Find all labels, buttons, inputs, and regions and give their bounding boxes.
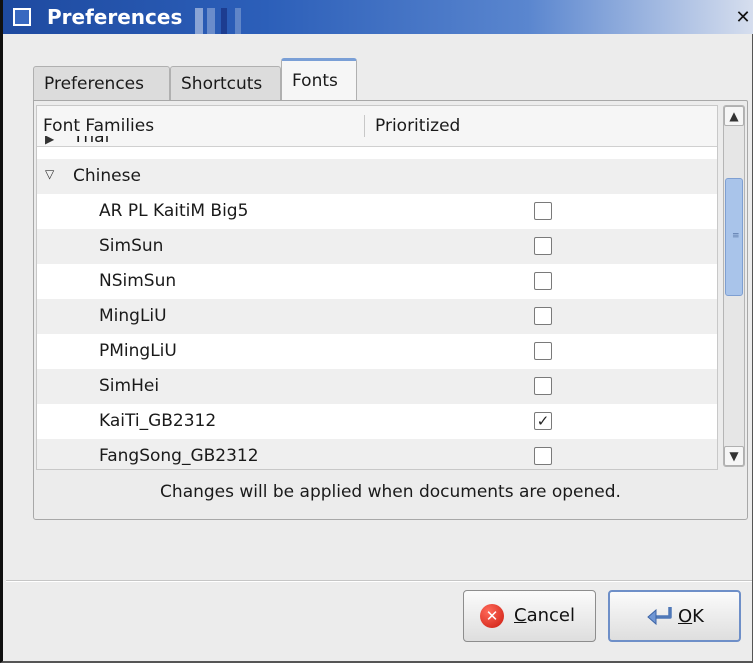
font-row[interactable]: PMingLiU [37,334,717,369]
cancel-label: Cancel [514,605,575,626]
titlebar-decoration [195,8,265,34]
font-name: PMingLiU [99,341,177,361]
font-row[interactable]: KaiTi_GB2312 ✓ [37,404,717,439]
prioritized-checkbox[interactable] [534,272,552,290]
group-label-chinese: Chinese [73,166,141,186]
tab-shortcuts[interactable]: Shortcuts [170,66,281,100]
tree-group-chinese[interactable]: ▽ Chinese [37,159,717,194]
font-row[interactable]: SimSun [37,229,717,264]
font-name: AR PL KaitiM Big5 [99,201,249,221]
window-title: Preferences [47,5,183,29]
scrollbar-thumb[interactable]: ≡ [725,178,743,296]
triangle-right-icon[interactable]: ▶ [45,136,61,148]
cancel-icon: ✕ [480,604,504,628]
tree-scrollbar[interactable]: ▲ ≡ ▼ [723,105,745,467]
group-label-partial: Thai [73,136,110,147]
ok-label: OK [678,606,704,627]
ok-button[interactable]: OK [608,590,741,642]
font-name: FangSong_GB2312 [99,446,259,466]
column-separator [364,115,365,137]
font-row[interactable]: FangSong_GB2312 [37,439,717,469]
prioritized-checkbox[interactable] [534,237,552,255]
close-icon[interactable]: ✕ [733,8,753,28]
tree-row-partial[interactable]: ▶ Thai [37,136,717,150]
prioritized-checkbox[interactable] [534,342,552,360]
prioritized-checkbox[interactable] [534,307,552,325]
checkmark-icon: ✓ [536,412,550,430]
font-row[interactable]: NSimSun [37,264,717,299]
preferences-dialog: Preferences ✕ Preferences Shortcuts Font… [0,0,753,663]
font-families-tree[interactable]: Font Families Prioritized ▶ Thai ▽ Chine… [36,105,718,470]
scroll-down-icon[interactable]: ▼ [724,446,744,466]
enter-arrow-icon [647,607,672,626]
column-header-prioritized[interactable]: Prioritized [375,116,460,136]
prioritized-checkbox-checked[interactable]: ✓ [534,412,552,430]
info-message: Changes will be applied when documents a… [160,482,621,502]
title-bar[interactable]: Preferences ✕ [3,0,753,34]
font-row[interactable]: MingLiU [37,299,717,334]
font-name: NSimSun [99,271,177,291]
prioritized-checkbox[interactable] [534,202,552,220]
font-name: SimHei [99,376,160,396]
prioritized-checkbox[interactable] [534,447,552,465]
column-header-font-families[interactable]: Font Families [43,116,154,136]
font-row[interactable]: AR PL KaitiM Big5 [37,194,717,229]
grip-icon: ≡ [732,231,740,241]
scroll-up-icon[interactable]: ▲ [724,106,744,126]
cancel-button[interactable]: ✕ Cancel [463,590,596,642]
font-name: MingLiU [99,306,167,326]
font-name: SimSun [99,236,164,256]
tab-fonts[interactable]: Fonts [281,58,357,102]
divider [6,580,752,582]
prioritized-checkbox[interactable] [534,377,552,395]
window-icon [13,8,31,26]
font-name: KaiTi_GB2312 [99,411,217,431]
triangle-down-icon[interactable]: ▽ [45,167,61,183]
tab-preferences[interactable]: Preferences [33,66,170,100]
font-row[interactable]: SimHei [37,369,717,404]
